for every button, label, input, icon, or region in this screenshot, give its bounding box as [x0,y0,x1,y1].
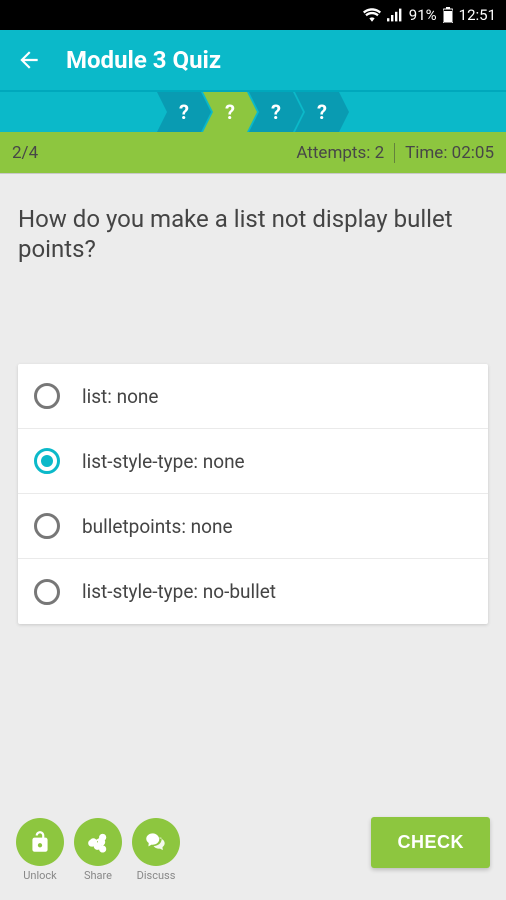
signal-icon [387,8,403,22]
page-title: Module 3 Quiz [66,46,221,74]
progress-step-4[interactable]: ? [295,92,349,132]
battery-icon [443,7,453,23]
option-label: list: none [82,385,158,408]
option-3[interactable]: bulletpoints: none [18,494,488,559]
radio-icon [34,383,60,409]
content-area: How do you make a list not display bulle… [0,174,506,803]
share-button[interactable]: Share [74,818,122,882]
radio-icon [34,513,60,539]
options-card: list: none list-style-type: none bulletp… [18,364,488,624]
discuss-icon [132,818,180,866]
radio-icon [34,448,60,474]
check-button[interactable]: CHECK [371,817,490,868]
question-text: How do you make a list not display bulle… [18,204,488,264]
unlock-icon [16,818,64,866]
attempts-label: Attempts: 2 [296,143,384,163]
unlock-button[interactable]: Unlock [16,818,64,882]
share-icon [74,818,122,866]
option-4[interactable]: list-style-type: no-bullet [18,559,488,624]
option-1[interactable]: list: none [18,364,488,429]
option-label: list-style-type: none [82,450,245,473]
option-2[interactable]: list-style-type: none [18,429,488,494]
divider [394,143,395,163]
unlock-label: Unlock [23,869,57,882]
clock-text: 12:51 [459,6,496,24]
status-bar: 91% 12:51 [0,0,506,30]
share-label: Share [84,869,112,882]
progress-strip: ? ? ? ? [0,92,506,132]
battery-text: 91% [409,6,437,24]
discuss-label: Discuss [137,869,176,882]
app-bar: Module 3 Quiz [0,30,506,92]
time-label: Time: 02:05 [405,143,494,163]
info-strip: 2/4 Attempts: 2 Time: 02:05 [0,132,506,174]
wifi-icon [363,8,381,22]
radio-icon [34,579,60,605]
bottom-bar: Unlock Share Discuss CHECK [0,803,506,900]
back-button[interactable] [14,45,44,75]
option-label: bulletpoints: none [82,515,233,538]
option-label: list-style-type: no-bullet [82,580,276,603]
question-counter: 2/4 [12,143,296,163]
discuss-button[interactable]: Discuss [132,818,180,882]
